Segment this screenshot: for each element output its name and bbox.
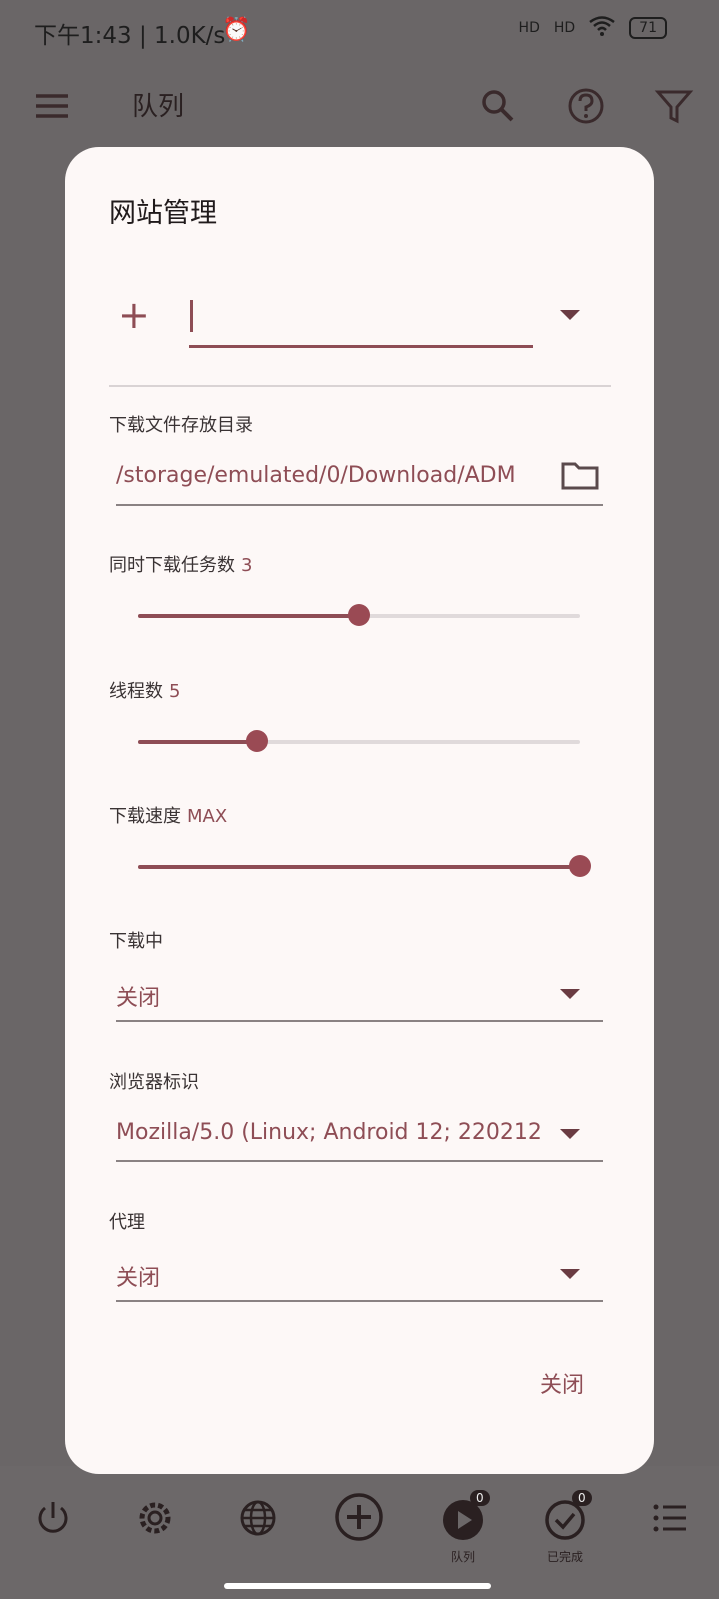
settings-icon[interactable] — [130, 1498, 180, 1568]
add-download-icon[interactable] — [334, 1492, 384, 1562]
concurrent-tasks-label: 同时下载任务数 3 — [109, 551, 252, 577]
user-agent-dropdown-arrow-icon[interactable] — [560, 1129, 580, 1139]
search-icon[interactable] — [478, 86, 518, 126]
threads-label-text: 线程数 — [109, 681, 163, 702]
slider-fill — [138, 614, 359, 618]
concurrent-tasks-slider[interactable] — [138, 604, 580, 626]
bottom-nav: 0 队列 0 已完成 — [0, 1466, 719, 1599]
threads-label: 线程数 5 — [109, 677, 180, 703]
proxy-underline — [116, 1300, 603, 1302]
speed-label-text: 下载速度 — [109, 806, 181, 827]
speed-slider[interactable] — [138, 855, 591, 877]
status-bar: 下午1:43 | 1.0K/s ⏰ HD HD 71 — [0, 0, 719, 62]
tab-completed-label: 已完成 — [546, 1550, 583, 1564]
download-dir-label: 下载文件存放目录 — [109, 415, 253, 436]
power-icon[interactable] — [28, 1498, 78, 1568]
slider-fill — [138, 740, 258, 744]
help-icon[interactable] — [566, 86, 606, 126]
downloading-dropdown-arrow-icon[interactable] — [560, 989, 580, 999]
user-agent-label: 浏览器标识 — [109, 1072, 199, 1093]
signal-icon-1: HD — [518, 20, 540, 36]
site-management-dialog: 网站管理 + 下载文件存放目录 /storage/emulated/0/Down… — [65, 147, 654, 1474]
signal-icon-2: HD — [553, 20, 576, 36]
globe-icon[interactable] — [233, 1498, 283, 1568]
queue-badge: 0 — [470, 1490, 490, 1506]
threads-value: 5 — [169, 681, 181, 702]
add-site-icon[interactable]: + — [118, 295, 150, 335]
tab-queue-label: 队列 — [450, 1550, 475, 1564]
status-time-speed: 下午1:43 | 1.0K/s — [34, 23, 226, 49]
menu-icon[interactable] — [32, 86, 72, 126]
site-dropdown-arrow-icon[interactable] — [560, 310, 580, 320]
filter-icon[interactable] — [654, 86, 694, 126]
status-icons: HD HD 71 — [519, 16, 667, 40]
speed-value: MAX — [187, 806, 228, 827]
slider-thumb[interactable] — [569, 855, 591, 877]
threads-slider[interactable] — [138, 730, 580, 752]
downloading-underline — [116, 1020, 603, 1022]
proxy-label: 代理 — [109, 1212, 145, 1233]
download-dir-underline — [116, 504, 603, 506]
slider-thumb[interactable] — [348, 604, 370, 626]
text-cursor — [190, 300, 193, 332]
list-icon[interactable] — [645, 1498, 695, 1568]
divider — [109, 385, 611, 387]
downloading-select[interactable]: 关闭 — [116, 980, 546, 1012]
app-bar: 队列 — [0, 62, 719, 150]
slider-thumb[interactable] — [246, 730, 269, 752]
speed-label: 下载速度 MAX — [109, 802, 227, 828]
concurrent-tasks-label-text: 同时下载任务数 — [109, 555, 235, 576]
slider-fill — [138, 865, 580, 869]
tab-queue[interactable]: 0 队列 — [438, 1490, 490, 1568]
alarm-icon: ⏰ — [222, 17, 251, 43]
battery-icon: 71 — [629, 17, 667, 39]
downloading-label: 下载中 — [109, 931, 163, 952]
home-indicator[interactable] — [224, 1583, 491, 1589]
wifi-icon — [589, 16, 615, 40]
user-agent-underline — [116, 1160, 603, 1162]
concurrent-tasks-value: 3 — [241, 555, 253, 576]
dialog-title: 网站管理 — [109, 198, 217, 229]
folder-icon[interactable] — [561, 460, 599, 494]
proxy-dropdown-arrow-icon[interactable] — [560, 1269, 580, 1279]
proxy-select[interactable]: 关闭 — [116, 1260, 546, 1292]
user-agent-select[interactable]: Mozilla/5.0 (Linux; Android 12; 22021211… — [116, 1120, 544, 1145]
site-input[interactable] — [189, 295, 533, 348]
tab-completed[interactable]: 0 已完成 — [540, 1490, 592, 1568]
close-button[interactable]: 关闭 — [540, 1367, 584, 1399]
download-dir-field[interactable]: /storage/emulated/0/Download/ADM — [116, 463, 546, 488]
page-title: 队列 — [132, 92, 185, 122]
completed-badge: 0 — [572, 1490, 592, 1506]
